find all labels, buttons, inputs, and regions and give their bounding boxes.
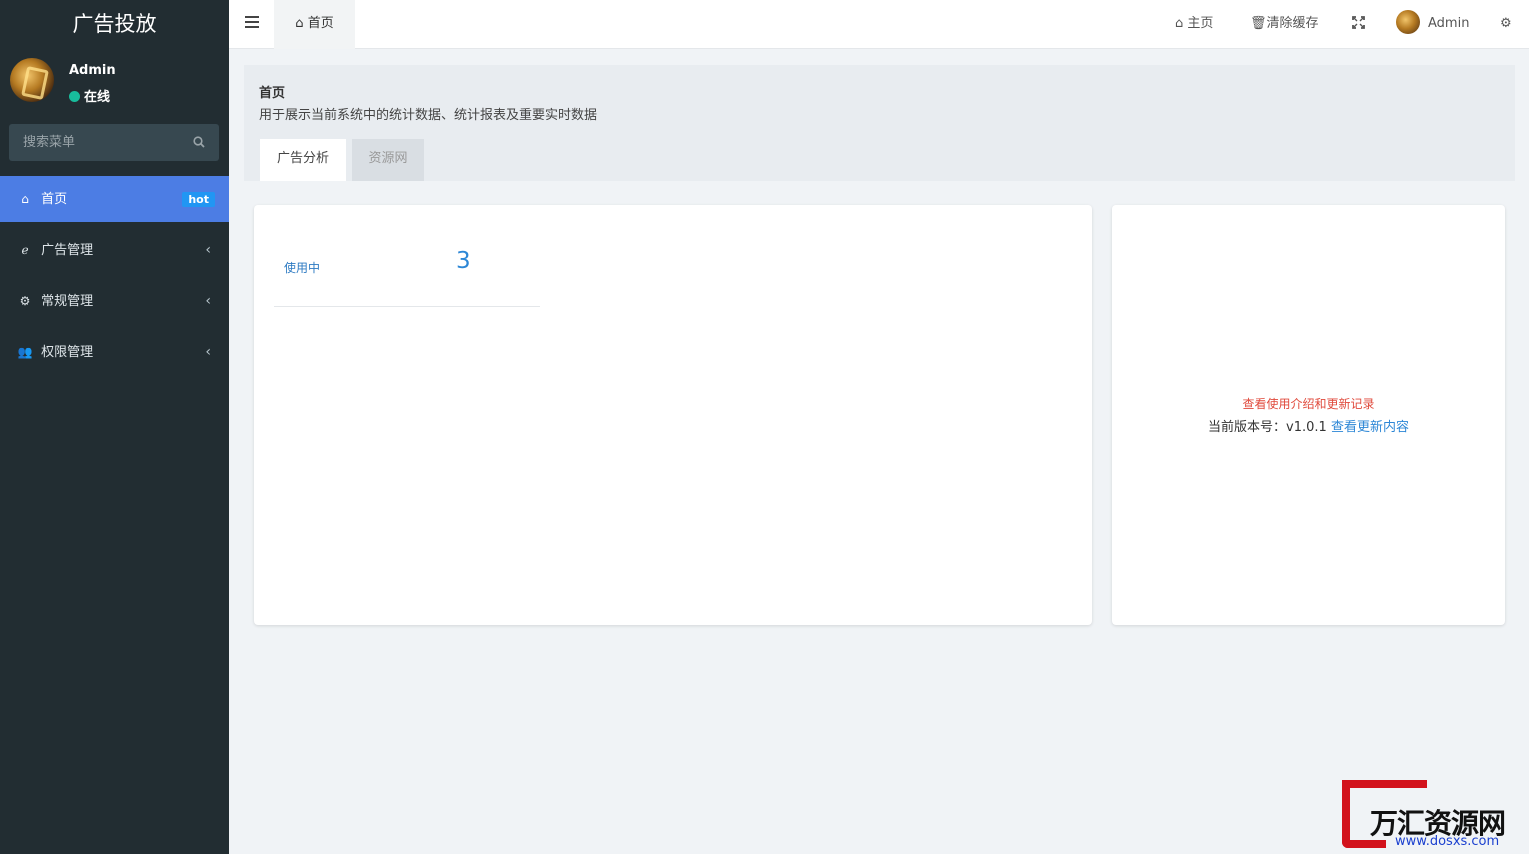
page-title: 首页: [259, 86, 286, 101]
fullscreen-button[interactable]: [1352, 0, 1365, 49]
watermark-url: www.dosxs.com: [1395, 834, 1500, 849]
version-text: 当前版本号：v1.0.1: [1208, 420, 1331, 435]
page-header: 首页 用于展示当前系统中的统计数据、统计报表及重要实时数据 广告分析 资源网: [244, 65, 1515, 181]
user-name: Admin: [69, 63, 116, 78]
cogs-icon: ⚙: [1500, 16, 1512, 31]
user-panel: Admin 在线: [0, 49, 229, 115]
avatar: [10, 58, 54, 102]
top-header: ⌂ 首页 ⌂ 主页 🗑清除缓存 Admin ⚙: [229, 0, 1529, 49]
info-card: 查看使用介绍和更新记录 当前版本号：v1.0.1 查看更新内容: [1112, 205, 1505, 625]
cogs-icon: ⚙: [19, 294, 31, 308]
sidebar-item-general-management[interactable]: ⚙ 常规管理 ‹: [0, 278, 229, 324]
chevron-left-icon: ‹: [205, 344, 211, 360]
home-icon: ⌂: [1175, 16, 1184, 31]
admin-label: Admin: [1428, 16, 1470, 31]
stat-value: 3: [456, 248, 471, 274]
home-link-label: 主页: [1187, 16, 1214, 31]
clear-cache-button[interactable]: 🗑清除缓存: [1250, 0, 1319, 49]
group-icon: 👥: [17, 345, 33, 359]
home-icon: ⌂: [295, 16, 308, 31]
page-description: 用于展示当前系统中的统计数据、统计报表及重要实时数据: [259, 108, 598, 123]
sidebar-item-permission-management[interactable]: 👥 权限管理 ‹: [0, 329, 229, 375]
sidebar-item-label: 常规管理: [41, 294, 94, 309]
settings-button[interactable]: ⚙: [1500, 0, 1512, 49]
menu-search: [9, 124, 219, 161]
avatar: [1396, 10, 1420, 34]
stat-label: 使用中: [284, 261, 321, 275]
trash-icon: 🗑: [1250, 16, 1267, 31]
chevron-left-icon: ‹: [205, 242, 211, 258]
home-icon: ⌂: [21, 192, 29, 206]
stat-in-use: 使用中 3: [274, 245, 540, 307]
status-text: 在线: [84, 90, 111, 105]
watermark-logo: 万汇资源网 www.dosxs.com: [1340, 780, 1529, 854]
sidebar-menu: ⌂ 首页 hot ℯ 广告管理 ‹ ⚙ 常规管理 ‹ 👥 权限管理 ‹: [0, 176, 229, 380]
tab-resource-site[interactable]: 资源网: [352, 139, 424, 181]
tab-home[interactable]: ⌂ 首页: [274, 0, 355, 49]
search-icon[interactable]: [193, 136, 205, 148]
sidebar: 广告投放 Admin 在线 ⌂ 首页 hot ℯ 广告管理 ‹ ⚙ 常规管理 ‹: [0, 0, 229, 854]
online-dot-icon: [69, 91, 80, 102]
sidebar-item-home[interactable]: ⌂ 首页 hot: [0, 176, 229, 222]
search-input[interactable]: [9, 124, 179, 161]
clear-cache-label: 清除缓存: [1266, 16, 1319, 31]
view-updates-link[interactable]: 查看更新内容: [1331, 420, 1409, 435]
app-logo[interactable]: 广告投放: [0, 0, 229, 49]
sidebar-item-label: 广告管理: [41, 243, 94, 258]
usage-changelog-link[interactable]: 查看使用介绍和更新记录: [1112, 395, 1505, 412]
internet-explorer-icon: ℯ: [21, 243, 29, 257]
version-line: 当前版本号：v1.0.1 查看更新内容: [1112, 416, 1505, 435]
user-menu[interactable]: Admin: [1396, 0, 1469, 49]
sidebar-item-ad-management[interactable]: ℯ 广告管理 ‹: [0, 227, 229, 273]
fullscreen-icon: [1352, 16, 1365, 29]
sidebar-item-label: 首页: [41, 192, 68, 207]
home-link[interactable]: ⌂ 主页: [1175, 0, 1213, 49]
sidebar-item-label: 权限管理: [41, 345, 94, 360]
tab-ad-analysis[interactable]: 广告分析: [260, 139, 346, 181]
chevron-left-icon: ‹: [205, 293, 211, 309]
tab-label: 首页: [307, 16, 334, 31]
menu-toggle-icon[interactable]: [245, 16, 259, 30]
stats-card: 使用中 3: [254, 205, 1092, 625]
version-info: 查看使用介绍和更新记录 当前版本号：v1.0.1 查看更新内容: [1112, 395, 1505, 435]
user-status: 在线: [69, 86, 110, 105]
hot-badge: hot: [182, 192, 215, 207]
